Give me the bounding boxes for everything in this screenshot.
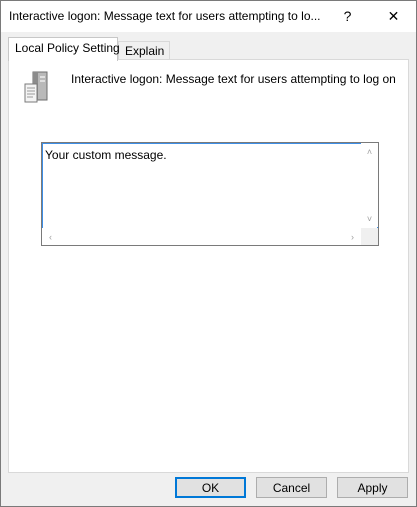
dialog-title: Interactive logon: Message text for user… xyxy=(9,9,321,23)
scroll-right-icon[interactable]: › xyxy=(344,228,361,245)
horizontal-scrollbar[interactable]: ‹ › xyxy=(42,228,361,245)
scroll-left-icon[interactable]: ‹ xyxy=(42,228,59,245)
help-icon: ? xyxy=(343,8,352,24)
vertical-scrollbar[interactable]: ˄ ˅ xyxy=(361,143,378,227)
close-button[interactable]: ✕ xyxy=(371,1,416,31)
close-icon: ✕ xyxy=(387,7,400,24)
scroll-down-icon[interactable]: ˅ xyxy=(361,210,378,227)
policy-title: Interactive logon: Message text for user… xyxy=(71,72,396,86)
ok-button[interactable]: OK xyxy=(175,477,246,498)
scrollbar-corner xyxy=(361,228,378,245)
title-bar[interactable]: Interactive logon: Message text for user… xyxy=(1,1,416,32)
tab-panel: Interactive logon: Message text for user… xyxy=(8,59,409,473)
help-button[interactable]: ? xyxy=(325,1,370,31)
message-text-area[interactable]: Your custom message. ˄ ˅ ‹ › xyxy=(41,142,379,246)
message-text-value[interactable]: Your custom message. xyxy=(45,148,167,162)
apply-button[interactable]: Apply xyxy=(337,477,408,498)
policy-server-icon xyxy=(24,71,48,103)
tab-explain[interactable]: Explain xyxy=(118,41,170,60)
tab-local-policy-setting[interactable]: Local Policy Setting xyxy=(8,37,120,61)
cancel-button[interactable]: Cancel xyxy=(256,477,327,498)
scroll-up-icon[interactable]: ˄ xyxy=(361,143,378,160)
policy-dialog: Interactive logon: Message text for user… xyxy=(0,0,417,507)
